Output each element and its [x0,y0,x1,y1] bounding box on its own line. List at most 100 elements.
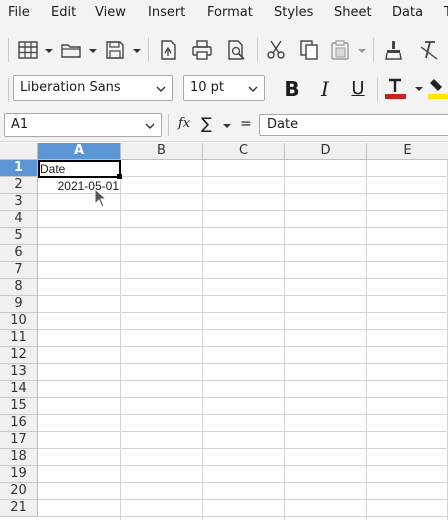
name-box[interactable]: A1 [4,113,162,137]
font-color-icon[interactable] [384,77,406,99]
row-header-20[interactable]: 20 [0,483,38,500]
chevron-down-icon[interactable] [357,46,367,56]
chevron-down-icon[interactable] [88,46,98,56]
grid-line [38,329,448,330]
menu-format[interactable]: Format [207,5,253,20]
spreadsheet-grid[interactable]: A B C D E 1 2 3 4 5 6 7 8 9 10 11 12 13 14 15 16 17 18 19 2… [0,143,448,520]
cut-icon[interactable] [265,39,287,61]
select-all-corner[interactable] [0,143,38,160]
paste-icon[interactable] [329,39,351,61]
column-header-d[interactable]: D [285,143,367,160]
row-header-8[interactable]: 8 [0,279,38,296]
standard-toolbar [0,28,448,72]
chevron-down-icon[interactable] [414,84,424,94]
row-header-6[interactable]: 6 [0,245,38,262]
grid-line [38,278,448,279]
menu-edit[interactable]: Edit [51,5,76,20]
menu-file[interactable]: File [8,5,30,20]
font-size-value: 10 pt [190,80,225,95]
equals-label: = [240,116,252,132]
toolbar-separator [377,78,378,102]
column-header-c[interactable]: C [203,143,285,160]
menu-insert[interactable]: Insert [148,5,185,20]
export-pdf-icon[interactable] [157,39,179,61]
row-header-10[interactable]: 10 [0,313,38,330]
print-icon[interactable] [191,39,213,61]
menu-styles[interactable]: Styles [274,5,313,20]
column-header-a[interactable]: A [38,143,121,160]
row-header-2[interactable]: 2 [0,177,38,194]
grid-line [38,261,448,262]
row-header-16[interactable]: 16 [0,415,38,432]
font-name-combo[interactable]: Liberation Sans [13,75,173,101]
row-header-3[interactable]: 3 [0,194,38,211]
grid-line [38,414,448,415]
chevron-down-icon[interactable] [44,46,54,56]
row-header-5[interactable]: 5 [0,228,38,245]
chevron-down-icon[interactable] [132,46,142,56]
row-header-12[interactable]: 12 [0,347,38,364]
chevron-down-icon[interactable] [247,83,259,95]
row-header-14[interactable]: 14 [0,381,38,398]
row-header-19[interactable]: 19 [0,466,38,483]
row-header-11[interactable]: 11 [0,330,38,347]
row-header-17[interactable]: 17 [0,432,38,449]
mouse-pointer-icon [94,188,108,208]
clear-formatting-icon[interactable] [417,39,439,61]
table-icon[interactable] [17,39,39,61]
grid-line [38,210,448,211]
autofill-handle[interactable] [117,174,122,179]
formula-input[interactable]: Date [259,114,448,136]
grid-line [38,363,448,364]
function-wizard-icon[interactable]: fx [178,116,190,131]
sum-label: ∑ [201,114,212,133]
row-header-9[interactable]: 9 [0,296,38,313]
print-preview-icon[interactable] [225,39,247,61]
row-header-18[interactable]: 18 [0,449,38,466]
italic-button[interactable]: I [312,76,338,102]
menu-view[interactable]: View [95,5,126,20]
row-header-7[interactable]: 7 [0,262,38,279]
grid-line [38,448,448,449]
toolbar-separator [168,114,169,136]
grid-line [120,160,121,520]
grid-line [202,160,203,520]
toolbar-separator [148,38,149,62]
font-size-combo[interactable]: 10 pt [183,75,265,101]
row-header-21[interactable]: 21 [0,500,38,517]
bold-button[interactable]: B [279,76,305,102]
menu-bar: File Edit View Insert Format Styles Shee… [0,0,448,28]
grid-line [38,295,448,296]
row-header-1[interactable]: 1 [0,160,38,177]
underline-button[interactable]: U [345,76,371,102]
grid-line [38,482,448,483]
grid-line [38,244,448,245]
clone-formatting-icon[interactable] [382,39,404,61]
column-header-b[interactable]: B [121,143,203,160]
grid-line [38,227,448,228]
grid-line [38,465,448,466]
row-header-15[interactable]: 15 [0,398,38,415]
column-header-e[interactable]: E [367,143,448,160]
menu-tools-truncated[interactable]: T [444,5,448,20]
toolbar-separator [257,38,258,62]
grid-line [38,499,448,500]
grid-line [366,160,367,520]
row-header-4[interactable]: 4 [0,211,38,228]
chevron-down-icon[interactable] [155,83,167,95]
menu-sheet[interactable]: Sheet [334,5,372,20]
grid-line [38,312,448,313]
save-icon[interactable] [104,39,126,61]
grid-line [38,380,448,381]
formula-equals-icon[interactable]: = [240,116,252,132]
cell-cursor [38,160,121,178]
menu-data[interactable]: Data [392,5,423,20]
open-icon[interactable] [60,39,82,61]
sum-icon[interactable]: ∑ [201,114,212,133]
row-header-13[interactable]: 13 [0,364,38,381]
grid-line [38,397,448,398]
highlight-color-icon[interactable] [428,77,448,99]
chevron-down-icon[interactable] [222,121,232,131]
copy-icon[interactable] [298,39,320,61]
chevron-down-icon[interactable] [144,120,156,132]
